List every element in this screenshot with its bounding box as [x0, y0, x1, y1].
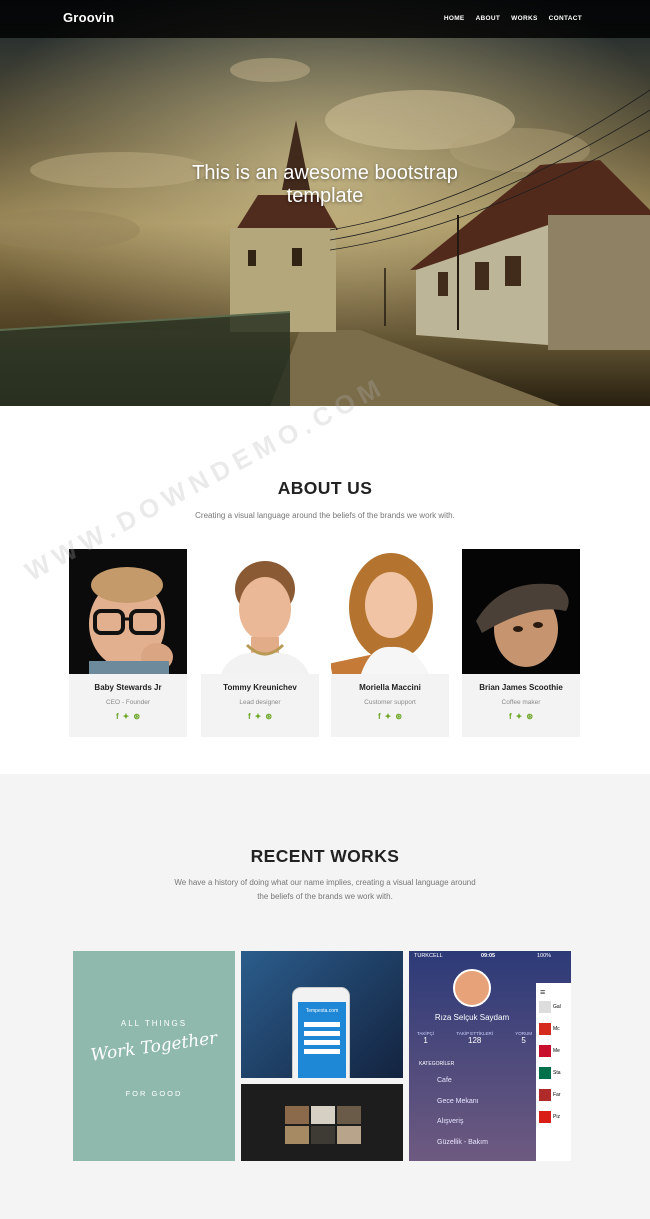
- team-role: Lead designer: [239, 699, 281, 706]
- hero-title-line2: template: [286, 185, 364, 207]
- team-card: Brian James Scoothie Coffee maker f✦⊛: [462, 549, 580, 737]
- app-side-item: Piz: [553, 1114, 560, 1120]
- app-category[interactable]: Alışveriş: [437, 1118, 463, 1125]
- nav-item-contact[interactable]: CONTACT: [549, 15, 582, 22]
- work-tile-gallery[interactable]: [241, 1084, 403, 1161]
- poster-line1: ALL THINGS: [120, 1019, 188, 1028]
- team-social: f✦⊛: [69, 712, 187, 721]
- brand-logo[interactable]: Groovin: [63, 10, 114, 25]
- phone-mockup: Tempesta.com: [292, 987, 350, 1078]
- works-subtitle-line2: the beliefs of the brands we work with.: [257, 892, 393, 901]
- app-category[interactable]: Cafe: [437, 1077, 452, 1084]
- works-section: RECENT WORKS We have a history of doing …: [0, 774, 650, 1219]
- work-tile-phone[interactable]: Tempesta.com: [241, 951, 403, 1078]
- app-carrier: TURKCELL: [414, 953, 443, 959]
- team-name: Tommy Kreunichev: [223, 683, 297, 692]
- team-social: f✦⊛: [331, 712, 449, 721]
- app-stat-value: 5: [521, 1036, 526, 1045]
- team-social: f✦⊛: [201, 712, 319, 721]
- phone-screen: Tempesta.com: [298, 1002, 346, 1078]
- team-photo: [69, 549, 187, 674]
- poster-line3: FOR GOOD: [125, 1089, 183, 1098]
- dribbble-icon[interactable]: ⊛: [265, 712, 276, 721]
- team-card: Moriella Maccini Customer support f✦⊛: [331, 549, 449, 737]
- works-title: RECENT WORKS: [250, 846, 400, 866]
- works-subtitle: We have a history of doing what our name…: [0, 876, 650, 904]
- about-subtitle: Creating a visual language around the be…: [195, 511, 455, 520]
- menu-icon[interactable]: ≡: [540, 987, 567, 997]
- app-battery: 100%: [537, 953, 552, 959]
- hero-title: This is an awesome bootstrap template: [0, 162, 650, 208]
- team-card: Tommy Kreunichev Lead designer f✦⊛: [201, 549, 319, 737]
- top-navbar: Groovin HOME ABOUT WORKS CONTACT: [0, 0, 650, 38]
- team-card: Baby Stewards Jr CEO - Founder f✦⊛: [69, 549, 187, 737]
- team-social: f✦⊛: [462, 712, 580, 721]
- twitter-icon[interactable]: ✦: [255, 712, 266, 721]
- about-title: ABOUT US: [277, 478, 373, 498]
- team-name: Brian James Scoothie: [479, 683, 563, 692]
- team-name: Moriella Maccini: [359, 683, 421, 692]
- hero-section: This is an awesome bootstrap template: [0, 0, 650, 406]
- team-role: Coffee maker: [501, 699, 541, 706]
- team-photo: [201, 549, 319, 674]
- team-role: Customer support: [364, 699, 416, 706]
- dribbble-icon[interactable]: ⊛: [395, 712, 406, 721]
- nav-item-home[interactable]: HOME: [444, 15, 465, 22]
- app-stat-value: 1: [423, 1036, 428, 1045]
- team-name: Baby Stewards Jr: [94, 683, 162, 692]
- phone-site-label: Tempesta.com: [305, 1008, 339, 1014]
- app-side-item: Mc: [553, 1026, 560, 1032]
- dribbble-icon[interactable]: ⊛: [526, 712, 537, 721]
- app-stats: TAKİPÇİ 1 TAKİP ETTİKLERİ 128 YORUM 5: [417, 1031, 532, 1045]
- team-photo: [462, 549, 580, 674]
- app-side-item: Far: [553, 1092, 561, 1098]
- app-side-panel: ≡ Gal Mc Me Sta Far Piz: [536, 983, 571, 1161]
- app-stat-value: 128: [468, 1036, 482, 1045]
- team-role: CEO - Founder: [105, 699, 151, 706]
- facebook-icon[interactable]: f: [378, 712, 385, 721]
- dribbble-icon[interactable]: ⊛: [133, 712, 144, 721]
- facebook-icon[interactable]: f: [116, 712, 123, 721]
- twitter-icon[interactable]: ✦: [123, 712, 134, 721]
- about-section: ABOUT US Creating a visual language arou…: [0, 406, 650, 774]
- app-time: 09:05: [481, 953, 496, 959]
- twitter-icon[interactable]: ✦: [516, 712, 527, 721]
- nav-menu: HOME ABOUT WORKS CONTACT: [444, 15, 582, 22]
- app-side-item: Me: [553, 1048, 560, 1054]
- app-side-item: Gal: [553, 1004, 561, 1010]
- work-tile-app[interactable]: TURKCELL 09:05 100% Rıza Selçuk Saydam T…: [409, 951, 571, 1161]
- app-category[interactable]: Gece Mekanı: [437, 1098, 479, 1105]
- works-subtitle-line1: We have a history of doing what our name…: [174, 878, 476, 887]
- hero-title-line1: This is an awesome bootstrap: [192, 162, 458, 184]
- twitter-icon[interactable]: ✦: [385, 712, 396, 721]
- nav-item-works[interactable]: WORKS: [511, 15, 537, 22]
- app-avatar: [453, 969, 491, 1007]
- app-category[interactable]: Güzellik - Bakım: [437, 1139, 488, 1146]
- app-user: Rıza Selçuk Saydam: [434, 1013, 510, 1022]
- facebook-icon[interactable]: f: [509, 712, 516, 721]
- facebook-icon[interactable]: f: [248, 712, 255, 721]
- nav-item-about[interactable]: ABOUT: [476, 15, 501, 22]
- app-categories-label: KATEGORİLER: [419, 1061, 455, 1067]
- team-photo: [331, 549, 449, 674]
- app-side-item: Sta: [553, 1070, 561, 1076]
- poster-line2: Work Together: [89, 1028, 219, 1066]
- work-tile-poster[interactable]: ALL THINGS Work Together FOR GOOD: [73, 951, 235, 1161]
